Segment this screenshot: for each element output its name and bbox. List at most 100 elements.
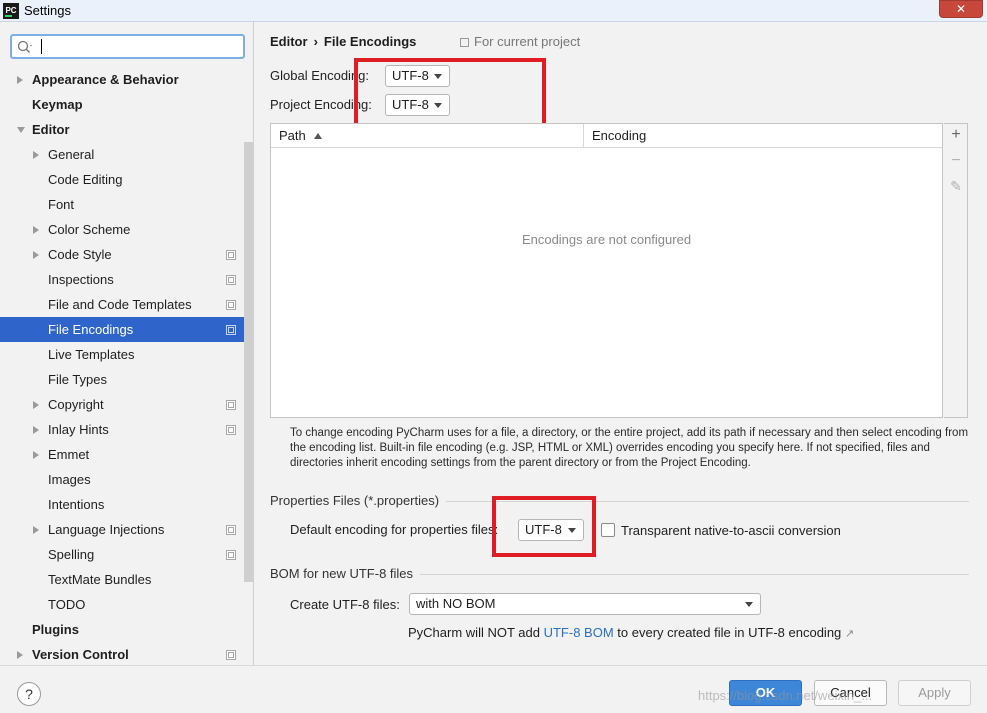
sidebar-item-label: Images: [48, 472, 91, 487]
create-utf8-label: Create UTF-8 files:: [290, 597, 400, 612]
sidebar-item-inlay-hints[interactable]: Inlay Hints: [0, 417, 252, 442]
chevron-right-icon[interactable]: [17, 76, 23, 84]
sidebar-item-textmate-bundles[interactable]: TextMate Bundles: [0, 567, 252, 592]
sidebar-item-code-style[interactable]: Code Style: [0, 242, 252, 267]
sidebar-item-label: File and Code Templates: [48, 297, 192, 312]
sidebar-item-label: Inlay Hints: [48, 422, 109, 437]
scope-label: For current project: [474, 34, 581, 49]
highlight-box-properties: [492, 496, 596, 557]
chevron-right-icon[interactable]: [17, 651, 23, 659]
sidebar-item-label: Emmet: [48, 447, 90, 462]
sidebar-item-emmet[interactable]: Emmet: [0, 442, 252, 467]
section-divider: [420, 574, 969, 575]
create-utf8-value: with NO BOM: [416, 596, 496, 611]
table-toolbar: + − ✎: [944, 123, 968, 418]
settings-tree: Appearance & Behavior Keymap Editor General…: [0, 67, 252, 667]
add-icon[interactable]: +: [944, 126, 968, 144]
breadcrumb-parent[interactable]: Editor: [270, 34, 308, 49]
sidebar-item-color-scheme[interactable]: Color Scheme: [0, 217, 252, 242]
ok-button[interactable]: OK: [729, 680, 802, 706]
encoding-column-header[interactable]: Encoding: [592, 128, 646, 143]
project-scope-icon: [226, 250, 236, 260]
breadcrumb-current: File Encodings: [323, 34, 417, 49]
external-link-icon[interactable]: ↗: [845, 628, 854, 640]
remove-icon[interactable]: −: [944, 152, 968, 170]
title-bar: PC Settings ✕: [0, 0, 987, 22]
project-scope-icon: [226, 650, 236, 660]
sidebar-item-label: Appearance & Behavior: [32, 72, 179, 87]
properties-default-label: Default encoding for properties files:: [290, 522, 499, 537]
sidebar-item-editor[interactable]: Editor: [0, 117, 252, 142]
project-scope-icon: [226, 400, 236, 410]
sidebar-item-general[interactable]: General: [0, 142, 252, 167]
sidebar-item-label: Copyright: [48, 397, 104, 412]
sort-ascending-icon: [313, 133, 322, 139]
sidebar-item-label: File Types: [48, 372, 108, 387]
help-button[interactable]: ?: [17, 682, 41, 706]
chevron-right-icon[interactable]: [33, 251, 39, 259]
dialog-footer: ? OK Cancel Apply https://blog.csdn.net/…: [0, 665, 987, 713]
sidebar-item-copyright[interactable]: Copyright: [0, 392, 252, 417]
sidebar-item-label: TODO: [48, 597, 86, 612]
sidebar-item-keymap[interactable]: Keymap: [0, 92, 252, 117]
sidebar-scrollbar[interactable]: [244, 142, 253, 582]
project-scope-icon: [226, 275, 236, 285]
settings-search-input[interactable]: [10, 34, 245, 59]
window-close-button[interactable]: ✕: [939, 0, 983, 18]
sidebar-item-spelling[interactable]: Spelling: [0, 542, 252, 567]
sidebar-item-appearance-behavior[interactable]: Appearance & Behavior: [0, 67, 252, 92]
sidebar-item-inspections[interactable]: Inspections: [0, 267, 252, 292]
sidebar-item-label: Live Templates: [48, 347, 135, 362]
sidebar-item-label: Inspections: [48, 272, 114, 287]
sidebar-item-label: Spelling: [48, 547, 95, 562]
file-encodings-panel: Editor › File Encodings For current projec…: [254, 22, 987, 665]
sidebar-item-label: Keymap: [32, 97, 83, 112]
project-scope-icon: [226, 525, 236, 535]
sidebar-item-file-encodings[interactable]: File Encodings: [0, 317, 252, 342]
transparent-conversion-label[interactable]: Transparent native-to-ascii conversion: [621, 523, 841, 538]
sidebar-item-label: Code Editing: [48, 172, 123, 187]
utf8-bom-link[interactable]: UTF-8 BOM: [544, 625, 614, 640]
sidebar-item-images[interactable]: Images: [0, 467, 252, 492]
project-scope-icon: [226, 300, 236, 310]
chevron-right-icon[interactable]: [33, 401, 39, 409]
chevron-right-icon[interactable]: [33, 226, 39, 234]
project-scope-icon: [226, 325, 236, 335]
project-scope-icon: [226, 550, 236, 560]
sidebar-item-label: Version Control: [32, 647, 129, 662]
apply-button[interactable]: Apply: [898, 680, 971, 706]
cancel-button[interactable]: Cancel: [814, 680, 887, 706]
path-column-header[interactable]: Path: [279, 128, 322, 143]
pycharm-app-icon: PC: [3, 3, 19, 19]
path-encoding-table[interactable]: Path Encoding Encodings are not configur…: [270, 123, 943, 418]
bom-section-title: BOM for new UTF-8 files: [270, 566, 414, 581]
sidebar-item-plugins[interactable]: Plugins: [0, 617, 252, 642]
chevron-right-icon[interactable]: [33, 451, 39, 459]
sidebar-item-todo[interactable]: TODO: [0, 592, 252, 617]
column-divider[interactable]: [583, 124, 584, 148]
encoding-help-text: To change encoding PyCharm uses for a fi…: [290, 427, 969, 469]
sidebar-item-code-editing[interactable]: Code Editing: [0, 167, 252, 192]
bom-note-suffix: to every created file in UTF-8 encoding: [617, 625, 842, 640]
edit-icon[interactable]: ✎: [944, 178, 968, 195]
chevron-right-icon[interactable]: [33, 526, 39, 534]
create-utf8-dropdown[interactable]: with NO BOM: [409, 593, 761, 615]
sidebar-item-file-types[interactable]: File Types: [0, 367, 252, 392]
sidebar-item-file-and-code-templates[interactable]: File and Code Templates: [0, 292, 252, 317]
chevron-right-icon[interactable]: [33, 151, 39, 159]
sidebar-item-version-control[interactable]: Version Control: [0, 642, 252, 667]
chevron-right-icon[interactable]: [33, 426, 39, 434]
sidebar-item-live-templates[interactable]: Live Templates: [0, 342, 252, 367]
sidebar-item-label: TextMate Bundles: [48, 572, 152, 587]
sidebar-item-language-injections[interactable]: Language Injections: [0, 517, 252, 542]
text-caret: [41, 39, 42, 54]
transparent-conversion-checkbox[interactable]: [601, 523, 615, 537]
properties-section-title: Properties Files (*.properties): [270, 493, 440, 508]
project-scope-icon: [226, 425, 236, 435]
sidebar-item-intentions[interactable]: Intentions: [0, 492, 252, 517]
sidebar-item-label: General: [48, 147, 95, 162]
project-scope-icon: [460, 38, 469, 47]
chevron-down-icon[interactable]: [17, 127, 25, 133]
table-header: Path Encoding: [271, 124, 942, 148]
sidebar-item-font[interactable]: Font: [0, 192, 252, 217]
